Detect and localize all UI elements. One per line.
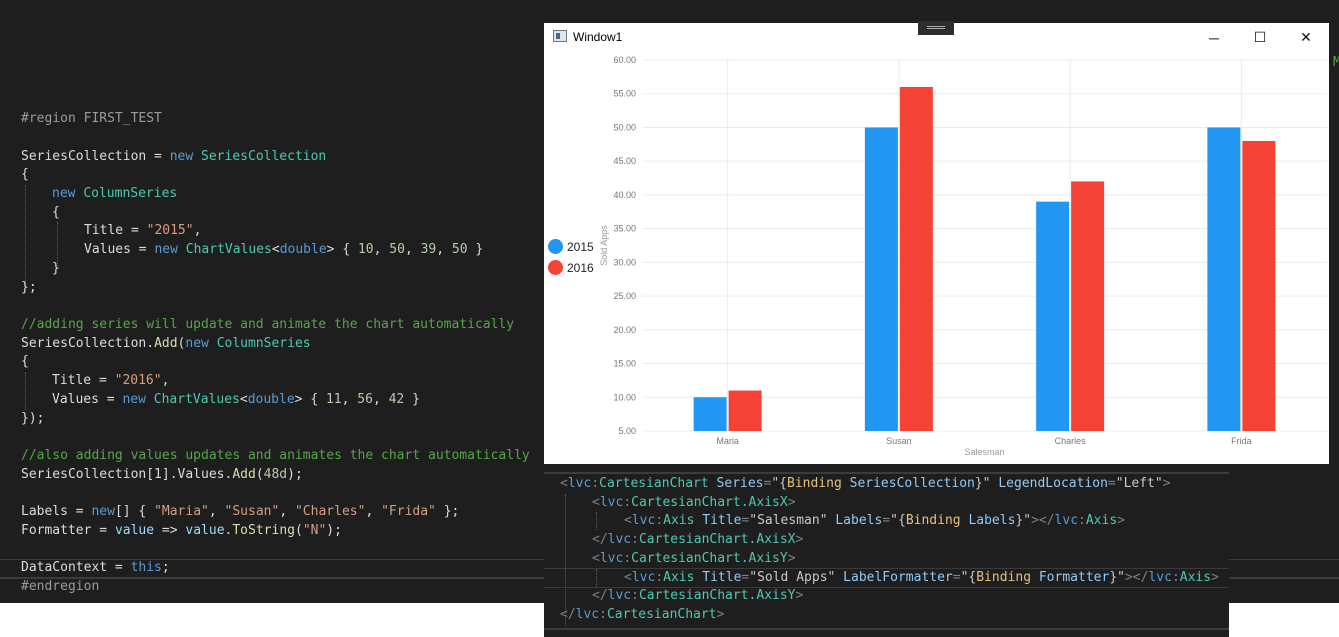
y-tick-label: 45.00 (613, 156, 636, 166)
code-line-8: }; (21, 280, 37, 295)
code-line-11: { (21, 354, 29, 369)
code-line-7: } (52, 261, 60, 276)
column-chart: 5.00 10.00 15.00 20.00 25.00 30.00 35.00 40.00 4… (599, 55, 1327, 457)
code-line-comment-1: //adding series will update and animate … (21, 317, 515, 332)
code-editor-xaml[interactable]: <lvc:CartesianChart Series="{Binding Ser… (544, 464, 1229, 637)
maximize-button[interactable]: ☐ (1237, 23, 1283, 52)
y-tick-label: 10.00 (613, 392, 636, 402)
y-tick-label: 55.00 (613, 89, 636, 99)
code-line-comment-2: //also adding values updates and animate… (21, 448, 530, 463)
code-line-16: SeriesCollection[1].Values.Add(48d); (21, 467, 303, 482)
y-tick-label: 35.00 (613, 224, 636, 234)
x-tick-label: Maria (716, 436, 739, 446)
drag-handle[interactable] (918, 21, 954, 35)
code-line-6: Values = new ChartValues<double> { 10, 5… (84, 242, 484, 257)
xaml-line-4: </lvc:CartesianChart.AxisX> (592, 532, 804, 547)
bar-2016-charles (1071, 181, 1105, 431)
bar-2015-susan (864, 127, 898, 432)
bar-2016-susan (899, 86, 933, 432)
bar-2015-frida (1207, 127, 1241, 432)
minimize-button[interactable]: ─ (1191, 23, 1237, 52)
xaml-line-6: <lvc:Axis Title="Sold Apps" LabelFormatt… (624, 570, 1219, 585)
x-tick-label: Charles (1055, 436, 1087, 446)
bar-2016-maria (728, 390, 762, 431)
y-tick-label: 50.00 (613, 122, 636, 132)
y-tick-label: 5.00 (618, 426, 636, 436)
xaml-line-5: <lvc:CartesianChart.AxisY> (592, 551, 796, 566)
bar-2015-maria (693, 397, 727, 431)
code-line-14: }); (21, 411, 45, 426)
code-line-19: Formatter = value => value.ToString("N")… (21, 523, 342, 538)
editor-separator (544, 628, 1229, 630)
xaml-line-7: </lvc:CartesianChart.AxisY> (592, 588, 804, 603)
xaml-line-3: <lvc:Axis Title="Salesman" Labels="{Bind… (624, 513, 1125, 528)
close-button[interactable]: ✕ (1283, 23, 1329, 52)
xaml-line-8: </lvc:CartesianChart> (560, 607, 725, 622)
code-line-region-end: #endregion (21, 579, 100, 594)
window-icon (553, 30, 567, 42)
y-axis-title: Sold Apps (599, 225, 609, 266)
y-tick-label: 15.00 (613, 359, 636, 369)
y-tick-label: 30.00 (613, 257, 636, 267)
code-line-1: SeriesCollection = new SeriesCollection (21, 149, 327, 164)
indent-guide (596, 512, 597, 530)
app-window: Window1 ─ ☐ ✕ 2015 2016 5.00 10.00 15.00 20… (544, 23, 1329, 464)
window-title: Window1 (573, 30, 623, 44)
bar-2016-frida (1242, 140, 1276, 431)
indent-guide (25, 372, 26, 410)
y-tick-label: 60.00 (613, 55, 636, 65)
xaml-line-2: <lvc:CartesianChart.AxisX> (592, 495, 796, 510)
code-line-3: new ColumnSeries (52, 186, 178, 201)
code-overflow-text: M (1333, 55, 1339, 70)
x-axis-title: Salesman (964, 447, 1004, 457)
code-line-21: DataContext = this; (21, 560, 170, 575)
indent-guide (25, 185, 26, 285)
code-line-18: Labels = new[] { "Maria", "Susan", "Char… (21, 504, 460, 519)
indent-guide (596, 569, 597, 587)
x-tick-label: Frida (1231, 436, 1252, 446)
code-line-12: Title = "2016", (52, 373, 170, 388)
xaml-line-1: <lvc:CartesianChart Series="{Binding Ser… (560, 476, 1171, 491)
editor-separator (544, 472, 1229, 474)
x-tick-label: Susan (886, 436, 912, 446)
y-tick-label: 20.00 (613, 325, 636, 335)
code-line-10: SeriesCollection.Add(new ColumnSeries (21, 336, 311, 351)
code-line-2: { (21, 167, 29, 182)
bar-2015-charles (1036, 201, 1070, 431)
y-tick-label: 25.00 (613, 291, 636, 301)
code-line-13: Values = new ChartValues<double> { 11, 5… (52, 392, 420, 407)
code-line-5: Title = "2015", (84, 223, 202, 238)
y-tick-label: 40.00 (613, 190, 636, 200)
code-line-region-start: #region FIRST_TEST (21, 111, 162, 126)
code-line-4: { (52, 205, 60, 220)
